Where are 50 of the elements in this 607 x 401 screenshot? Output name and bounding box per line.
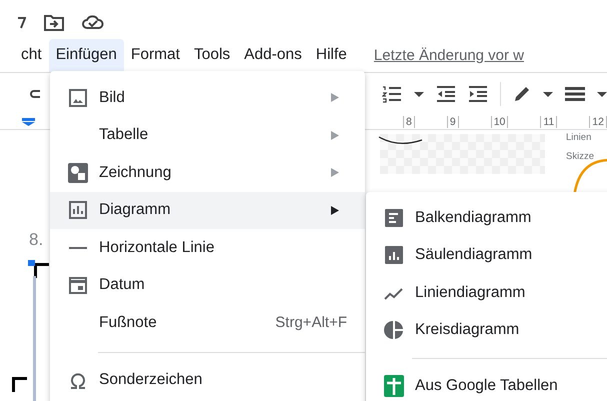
column-chart-icon bbox=[384, 245, 404, 266]
image-icon bbox=[68, 88, 88, 108]
menu-item[interactable]: Tools bbox=[186, 38, 238, 72]
menu-option[interactable]: Diagramm bbox=[50, 192, 365, 229]
caret-icon[interactable] bbox=[543, 92, 553, 96]
ruler-number: 11 bbox=[540, 116, 558, 128]
numbered-list-icon[interactable] bbox=[382, 85, 402, 103]
list-number: 8. bbox=[29, 230, 44, 250]
menu-item[interactable]: Hilfe bbox=[308, 38, 354, 72]
bar-chart-icon bbox=[384, 208, 404, 228]
menu-option[interactable]: Säulendiagramm bbox=[366, 236, 607, 274]
menu-item[interactable]: Format bbox=[124, 38, 187, 72]
drawing-label: Linien bbox=[566, 132, 592, 143]
cloud-check-icon[interactable] bbox=[82, 14, 104, 30]
line-weight-icon[interactable] bbox=[565, 87, 585, 101]
folder-move-icon[interactable] bbox=[44, 14, 64, 30]
menu-option[interactable]: Datum bbox=[50, 266, 365, 304]
menu-option[interactable]: Kreisdiagramm bbox=[366, 312, 607, 349]
spreadsheet-icon bbox=[384, 374, 404, 397]
horizontal-line-icon bbox=[68, 246, 88, 249]
chart-icon bbox=[68, 200, 88, 220]
drawing-label: Skizze bbox=[566, 151, 594, 162]
menu-option[interactable]: Tabelle bbox=[50, 116, 365, 154]
pie-chart-icon bbox=[384, 320, 404, 340]
caret-icon[interactable] bbox=[414, 92, 424, 96]
menu-option[interactable]: Aus Google Tabellen bbox=[366, 367, 607, 401]
shapes-icon bbox=[68, 162, 88, 183]
menu-option[interactable]: Fußnote Strg+Alt+F bbox=[50, 304, 365, 342]
menu-option[interactable]: Bild bbox=[50, 79, 365, 116]
ruler-number: 9 bbox=[446, 116, 459, 128]
pen-icon[interactable] bbox=[513, 85, 531, 103]
indent-marker-icon[interactable] bbox=[22, 118, 35, 126]
ruler-number: 8 bbox=[403, 116, 415, 128]
menu-option[interactable]: Zeichnung bbox=[50, 154, 365, 192]
ruler-number: 12 bbox=[589, 116, 607, 128]
menu-option[interactable]: Liniendiagramm bbox=[366, 274, 607, 312]
menu-option[interactable]: Balkendiagramm bbox=[366, 199, 607, 236]
caret-icon[interactable] bbox=[597, 92, 607, 96]
selection-handle[interactable] bbox=[28, 260, 35, 266]
decrease-indent-icon[interactable] bbox=[436, 85, 456, 103]
increase-indent-icon[interactable] bbox=[468, 85, 488, 103]
menu-option[interactable]: Horizontale Linie bbox=[50, 229, 365, 266]
selection-corner bbox=[12, 377, 27, 392]
calendar-icon bbox=[68, 275, 88, 296]
menu-option[interactable]: Sonderzeichen bbox=[50, 362, 365, 399]
menu-item[interactable]: Einfügen bbox=[48, 38, 124, 72]
menu-item[interactable]: Add-ons bbox=[237, 38, 309, 72]
ruler-number: 10 bbox=[490, 116, 508, 128]
menu-item[interactable]: cht bbox=[14, 38, 49, 72]
last-edit-link[interactable]: Letzte Änderung vor w bbox=[374, 46, 524, 64]
